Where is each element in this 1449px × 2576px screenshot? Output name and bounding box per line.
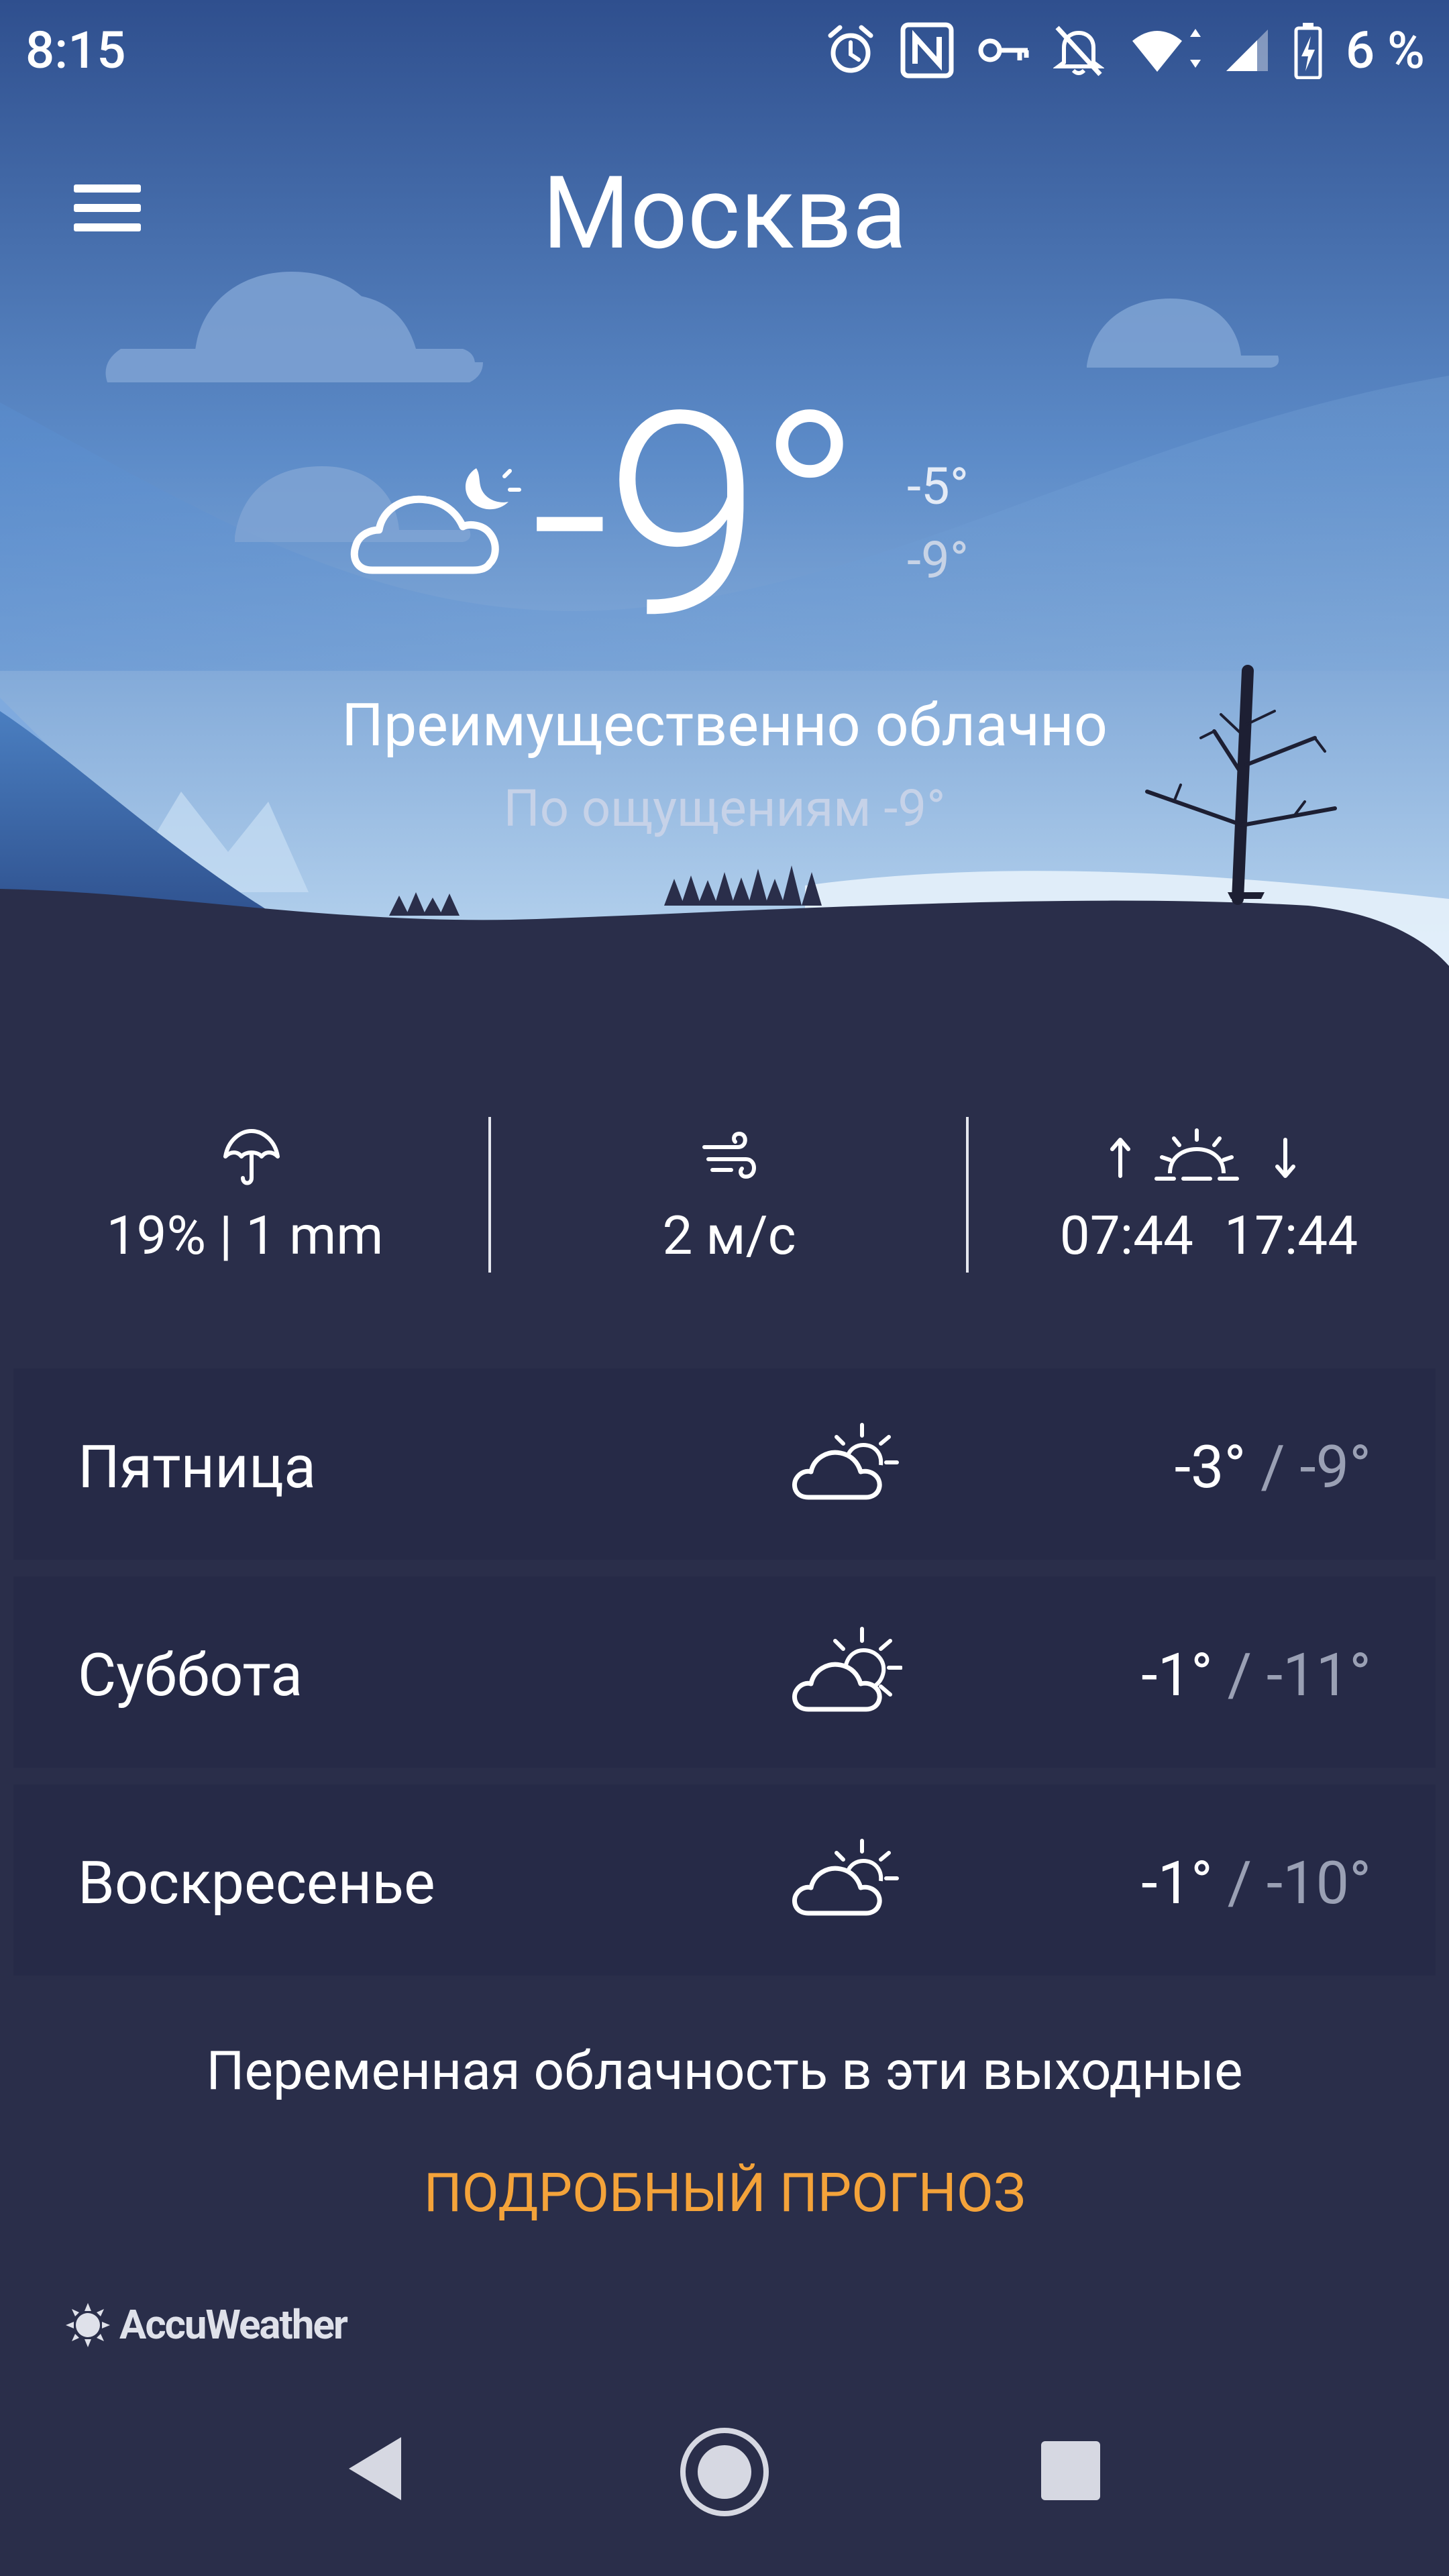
temperature-high: -5° (907, 456, 969, 517)
forecast-high: -1° (1141, 1849, 1213, 1918)
status-time: 8:15 (25, 20, 126, 80)
forecast-row-saturday[interactable]: Суббота -1° / -11° (13, 1576, 1436, 1768)
partly-cloudy-icon (792, 1839, 899, 1916)
vpn-key-icon (978, 38, 1029, 62)
status-bar: 8:15 6 % (0, 0, 1449, 101)
forecast-separator: / (1212, 1641, 1267, 1710)
partly-cloudy-icon (792, 1627, 902, 1712)
forecast-row-friday[interactable]: Пятница -3° / -9° (13, 1368, 1436, 1560)
sunset-time: 17:44 (1224, 1204, 1358, 1267)
forecast-temps: -1° / -11° (1141, 1641, 1371, 1710)
forecast-day: Пятница (78, 1433, 316, 1502)
signal-icon (1226, 30, 1268, 71)
recents-icon[interactable] (1038, 2438, 1103, 2503)
temperature-low: -9° (907, 530, 969, 590)
detailed-forecast-link[interactable]: ПОДРОБНЫЙ ПРОГНОЗ (0, 2161, 1449, 2224)
forecast-low: -9° (1299, 1433, 1371, 1502)
sunrise-time: 07:44 (1059, 1204, 1193, 1267)
weekend-summary: Переменная облачность в эти выходные (206, 2039, 1243, 2102)
nfc-icon (900, 22, 954, 78)
accuweather-logo[interactable]: AccuWeather (64, 2301, 348, 2349)
wind-value: 2 м/с (662, 1204, 796, 1267)
condition-text: Преимущественно облачно (341, 691, 1108, 760)
forecast-high: -3° (1174, 1433, 1246, 1502)
cloudy-night-icon (350, 468, 521, 574)
city-name[interactable]: Москва (0, 154, 1449, 272)
back-icon[interactable] (342, 2432, 409, 2506)
forecast-day: Воскресенье (78, 1849, 435, 1918)
system-navigation-bar (0, 2385, 1449, 2576)
current-temperature: -9° (530, 351, 863, 682)
feels-like-text: По ощущениям -9° (503, 778, 946, 839)
sunrise-sunset-icon (1110, 1128, 1295, 1181)
sun-logo-icon (66, 2302, 110, 2347)
precipitation-value: 19% | 1 mm (106, 1204, 384, 1267)
partly-cloudy-icon (792, 1423, 899, 1500)
alarm-icon (828, 25, 873, 73)
forecast-low: -11° (1266, 1641, 1371, 1710)
status-icons: 6 % (824, 20, 1425, 80)
forecast-separator: / (1246, 1433, 1300, 1502)
forecast-separator: / (1212, 1849, 1267, 1918)
home-icon[interactable] (678, 2425, 771, 2519)
notifications-off-icon (1053, 25, 1104, 76)
brand-name: AccuWeather (119, 2301, 348, 2349)
sun-times: 07:44 17:44 (969, 1204, 1449, 1267)
wind-icon (702, 1131, 756, 1179)
forecast-temps: -3° / -9° (1175, 1433, 1371, 1502)
sun-stat: 07:44 17:44 (969, 1117, 1449, 1278)
precipitation-stat: 19% | 1 mm (0, 1117, 490, 1278)
wifi-icon (1132, 29, 1201, 72)
battery-icon (1294, 23, 1322, 79)
battery-percent: 6 % (1345, 20, 1425, 80)
forecast-high: -1° (1141, 1641, 1213, 1710)
forecast-day: Суббота (78, 1641, 303, 1710)
forecast-low: -10° (1266, 1849, 1371, 1918)
wind-stat: 2 м/с (491, 1117, 967, 1278)
forecast-temps: -1° / -10° (1141, 1849, 1371, 1918)
umbrella-icon (223, 1129, 280, 1185)
forecast-row-sunday[interactable]: Воскресенье -1° / -10° (13, 1784, 1436, 1976)
